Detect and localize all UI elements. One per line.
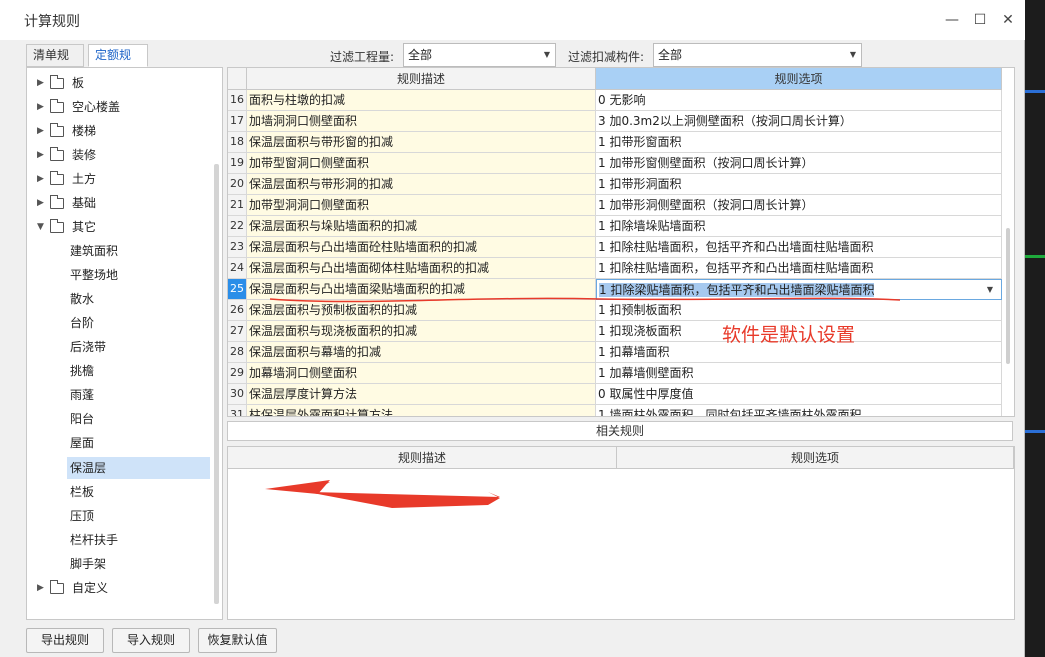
table-row-selected[interactable]: 25 保温层面积与凸出墙面梁贴墙面积的扣减 1 扣除梁贴墙面积，包括平齐和凸出墙…: [228, 279, 1014, 300]
expand-icon[interactable]: ▶: [37, 168, 44, 190]
folder-icon: [50, 99, 64, 113]
tree-item-hollow-floor[interactable]: ▶ 空心楼盖: [27, 96, 217, 118]
option-dropdown[interactable]: 1 扣除梁贴墙面积，包括平齐和凸出墙面梁贴墙面积 ▼: [596, 279, 1002, 300]
expand-icon[interactable]: ▶: [37, 72, 44, 94]
column-header-desc[interactable]: 规则描述: [247, 68, 596, 90]
tree-item-parapet-panel[interactable]: 栏板: [27, 481, 209, 503]
collapse-icon[interactable]: ▼: [37, 216, 44, 238]
tree-scrollbar[interactable]: [214, 164, 219, 604]
folder-icon: [50, 219, 64, 233]
filter-project-select[interactable]: 全部 ▼: [403, 43, 556, 67]
chevron-down-icon: ▼: [543, 50, 550, 59]
table-row[interactable]: 18 保温层面积与带形窗的扣减 1 扣带形窗面积: [228, 132, 1014, 153]
tree-item-earthwork[interactable]: ▶ 土方: [27, 168, 217, 190]
table-row[interactable]: 24 保温层面积与凸出墙面砌体柱贴墙面积的扣减 1 扣除柱贴墙面积，包括平齐和凸…: [228, 258, 1014, 279]
tree-item-slab[interactable]: ▶ 板: [27, 72, 217, 94]
column-header-option[interactable]: 规则选项: [596, 68, 1002, 90]
restore-default-button[interactable]: 恢复默认值: [198, 628, 277, 653]
table-row[interactable]: 22 保温层面积与垛贴墙面积的扣减 1 扣除墙垛贴墙面积: [228, 216, 1014, 237]
table-row[interactable]: 28 保温层面积与幕墙的扣减 1 扣幕墙面积: [228, 342, 1014, 363]
tree-item-custom[interactable]: ▶ 自定义: [27, 577, 217, 599]
table-row[interactable]: 21 加带型洞洞口侧壁面积 1 加带形洞侧壁面积（按洞口周长计算）: [228, 195, 1014, 216]
expand-icon[interactable]: ▶: [37, 120, 44, 142]
table-row[interactable]: 20 保温层面积与带形洞的扣减 1 扣带形洞面积: [228, 174, 1014, 195]
filter-member-value: 全部: [658, 48, 683, 62]
filter-member-label: 过滤扣减构件:: [568, 50, 645, 64]
rules-grid: 规则描述 规则选项 16 面积与柱墩的扣减 0 无影响 17 加墙洞洞口侧壁面积…: [227, 67, 1015, 417]
background-app-edge: [1025, 0, 1045, 657]
folder-icon: [50, 147, 64, 161]
expand-icon[interactable]: ▶: [37, 577, 44, 599]
tree-item-building-area[interactable]: 建筑面积: [27, 240, 209, 262]
chevron-down-icon[interactable]: ▼: [987, 280, 993, 299]
tree-item-other[interactable]: ▼ 其它: [27, 216, 217, 238]
table-row[interactable]: 17 加墙洞洞口侧壁面积 3 加0.3m2以上洞侧壁面积（按洞口周长计算）: [228, 111, 1014, 132]
related-rules-grid: 规则描述 规则选项: [227, 446, 1015, 620]
tree-item-site-leveling[interactable]: 平整场地: [27, 264, 209, 286]
tree-item-coping[interactable]: 压顶: [27, 505, 209, 527]
table-row[interactable]: 23 保温层面积与凸出墙面砼柱贴墙面积的扣减 1 扣除柱贴墙面积，包括平齐和凸出…: [228, 237, 1014, 258]
selected-option-text: 1 扣除梁贴墙面积，包括平齐和凸出墙面梁贴墙面积: [599, 283, 875, 297]
filter-project-label: 过滤工程量:: [330, 50, 395, 64]
filter-project-value: 全部: [408, 48, 433, 62]
expand-icon[interactable]: ▶: [37, 192, 44, 214]
tree-item-post-cast-strip[interactable]: 后浇带: [27, 336, 209, 358]
row-number-header: [228, 68, 247, 90]
folder-icon: [50, 195, 64, 209]
related-header-option[interactable]: 规则选项: [617, 447, 1014, 469]
tree-item-balcony[interactable]: 阳台: [27, 408, 209, 430]
tree-item-stairs[interactable]: ▶ 楼梯: [27, 120, 217, 142]
tree-item-canopy[interactable]: 雨蓬: [27, 384, 209, 406]
table-row[interactable]: 19 加带型窗洞口侧壁面积 1 加带形窗侧壁面积（按洞口周长计算）: [228, 153, 1014, 174]
tree-item-foundation[interactable]: ▶ 基础: [27, 192, 217, 214]
export-rules-button[interactable]: 导出规则: [26, 628, 104, 653]
folder-icon: [50, 123, 64, 137]
table-row[interactable]: 16 面积与柱墩的扣减 0 无影响: [228, 90, 1014, 111]
table-row[interactable]: 27 保温层面积与现浇板面积的扣减 1 扣现浇板面积: [228, 321, 1014, 342]
window-title: 计算规则: [24, 14, 80, 30]
import-rules-button[interactable]: 导入规则: [112, 628, 190, 653]
title-bar: 计算规则 — ☐ ✕: [0, 0, 1025, 40]
tree-item-scaffold[interactable]: 脚手架: [27, 553, 209, 575]
folder-icon: [50, 171, 64, 185]
annotation-text: 软件是默认设置: [722, 324, 856, 346]
grid-header: 规则描述 规则选项: [228, 68, 1014, 90]
rules-dialog: 计算规则 — ☐ ✕ 清单规则 定额规则 过滤工程量: 全部 ▼ 过滤扣减构件:…: [0, 0, 1025, 657]
table-row[interactable]: 29 加幕墙洞口侧壁面积 1 加幕墙侧壁面积: [228, 363, 1014, 384]
tree-item-insulation[interactable]: 保温层: [67, 457, 210, 479]
expand-icon[interactable]: ▶: [37, 144, 44, 166]
close-icon[interactable]: ✕: [997, 9, 1019, 31]
filter-member-select[interactable]: 全部 ▼: [653, 43, 862, 67]
tree-item-apron[interactable]: 散水: [27, 288, 209, 310]
table-row[interactable]: 30 保温层厚度计算方法 0 取属性中厚度值: [228, 384, 1014, 405]
tab-bill-rules[interactable]: 清单规则: [26, 44, 84, 83]
tree-item-steps[interactable]: 台阶: [27, 312, 209, 334]
folder-icon: [50, 75, 64, 89]
tree-item-roof[interactable]: 屋面: [27, 432, 209, 454]
table-row[interactable]: 26 保温层面积与预制板面积的扣减 1 扣预制板面积: [228, 300, 1014, 321]
tab-quota-rules[interactable]: 定额规则: [88, 44, 148, 83]
chevron-down-icon: ▼: [849, 50, 856, 59]
related-rules-bar[interactable]: 相关规则: [227, 421, 1013, 441]
minimize-icon[interactable]: —: [941, 9, 963, 31]
tree-item-decoration[interactable]: ▶ 装修: [27, 144, 217, 166]
grid-scrollbar[interactable]: [1006, 228, 1010, 364]
expand-icon[interactable]: ▶: [37, 96, 44, 118]
table-row[interactable]: 31 柱保温层外露面积计算方法 1 墙面柱外露面积，同时包括平齐墙面柱外露面积: [228, 405, 1014, 416]
folder-icon: [50, 580, 64, 594]
tree-item-eaves[interactable]: 挑檐: [27, 360, 209, 382]
related-header-desc[interactable]: 规则描述: [228, 447, 617, 469]
component-tree: ▶ 板 ▶ 空心楼盖 ▶ 楼梯 ▶ 装修 ▶ 土方 ▶ 基础 ▼ 其它 建筑面积…: [26, 67, 223, 620]
maximize-icon[interactable]: ☐: [969, 9, 991, 31]
tree-item-railing[interactable]: 栏杆扶手: [27, 529, 209, 551]
